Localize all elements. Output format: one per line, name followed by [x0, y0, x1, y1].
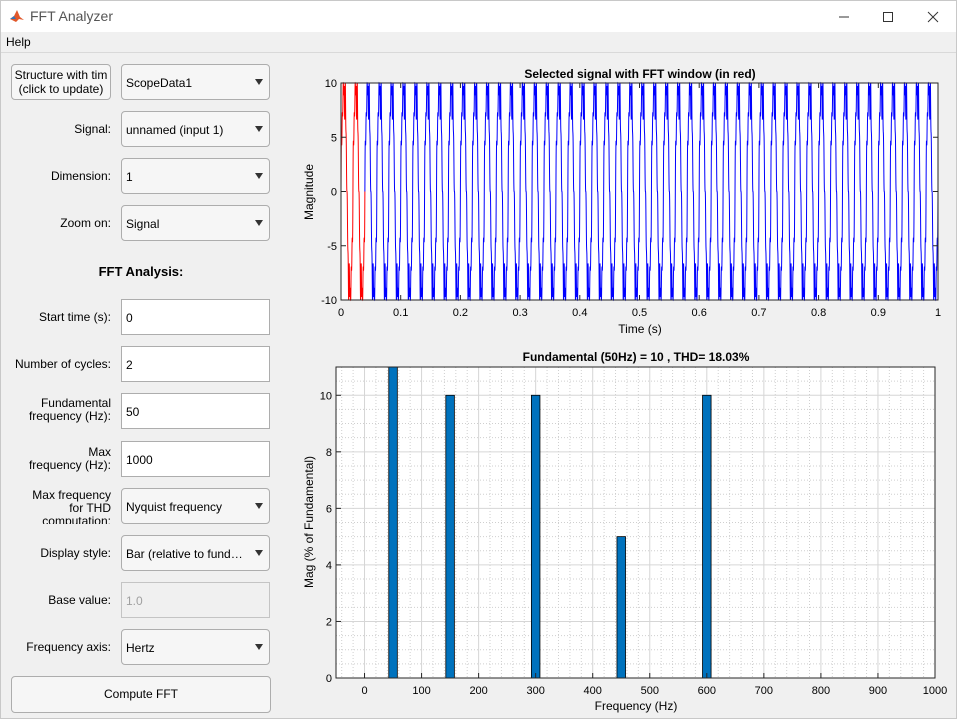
- fft-y-tick-label: 10: [320, 390, 332, 402]
- fft-bar: [388, 366, 398, 679]
- signal-x-tick-label: 0.7: [751, 307, 766, 319]
- signal-x-tick-label: 0.1: [393, 307, 408, 319]
- signal-x-tick-label: 0.2: [453, 307, 468, 319]
- signal-x-tick-label: 0.6: [692, 307, 707, 319]
- charts-area: Selected signal with FFT window (in red)…: [302, 67, 947, 713]
- fft-chart-xlabel: Frequency (Hz): [595, 699, 678, 713]
- fft-x-tick-label: 400: [584, 685, 602, 697]
- signal-x-tick-label: 0.8: [811, 307, 826, 319]
- fft-plot: 0 100 200 300 400 500 600 700 800 900 1000 0 2 4 6 8 10: [320, 366, 947, 697]
- signal-x-tick-label: 0.5: [632, 307, 647, 319]
- signal-x-tick-label: 0.9: [871, 307, 886, 319]
- fft-chart-ylabel: Mag (% of Fundamental): [302, 456, 316, 588]
- fft-chart-title: Fundamental (50Hz) = 10 , THD= 18.03%: [523, 350, 750, 364]
- signal-y-tick-label: 10: [325, 78, 337, 90]
- fft-bar: [702, 394, 712, 679]
- signal-x-tick-label: 0.3: [512, 307, 527, 319]
- signal-x-tick-label: 1: [935, 307, 941, 319]
- fft-x-tick-label: 700: [755, 685, 773, 697]
- fft-y-tick-label: 4: [326, 560, 332, 572]
- signal-x-tick-label: 0.4: [572, 307, 587, 319]
- fft-plot-background: [336, 367, 935, 678]
- fft-analyzer-window: FFT Analyzer Help Structure with tim (cl…: [0, 0, 957, 719]
- fft-x-tick-label: 200: [469, 685, 487, 697]
- fft-x-tick-label: 500: [641, 685, 659, 697]
- fft-x-tick-label: 1000: [923, 685, 947, 697]
- fft-y-tick-label: 2: [326, 616, 332, 628]
- signal-chart-ylabel: Magnitude: [302, 164, 316, 220]
- signal-y-tick-label: -5: [327, 241, 337, 253]
- signal-y-tick-label: 0: [331, 187, 337, 199]
- fft-bar: [530, 394, 541, 679]
- fft-y-tick-label: 0: [326, 673, 332, 685]
- fft-x-tick-label: 100: [412, 685, 430, 697]
- fft-y-tick-label: 6: [326, 503, 332, 515]
- signal-plot: 0 0.1 0.2 0.3 0.4 0.5 0.6 0.7 0.8 0.9 1 -10 -5 0 5 10: [321, 78, 941, 319]
- fft-x-tick-label: 300: [526, 685, 544, 697]
- fft-x-tick-label: 0: [361, 685, 367, 697]
- signal-chart-xlabel: Time (s): [618, 322, 662, 336]
- fft-x-tick-label: 900: [869, 685, 887, 697]
- signal-y-tick-label: 5: [331, 132, 337, 144]
- signal-chart-title: Selected signal with FFT window (in red): [524, 67, 755, 81]
- signal-y-tick-label: -10: [321, 295, 337, 307]
- fft-x-tick-label: 800: [812, 685, 830, 697]
- fft-bar: [616, 536, 626, 679]
- fft-x-tick-label: 600: [698, 685, 716, 697]
- fft-y-tick-label: 8: [326, 447, 332, 459]
- fft-bar: [445, 394, 455, 679]
- signal-x-tick-label: 0: [338, 307, 344, 319]
